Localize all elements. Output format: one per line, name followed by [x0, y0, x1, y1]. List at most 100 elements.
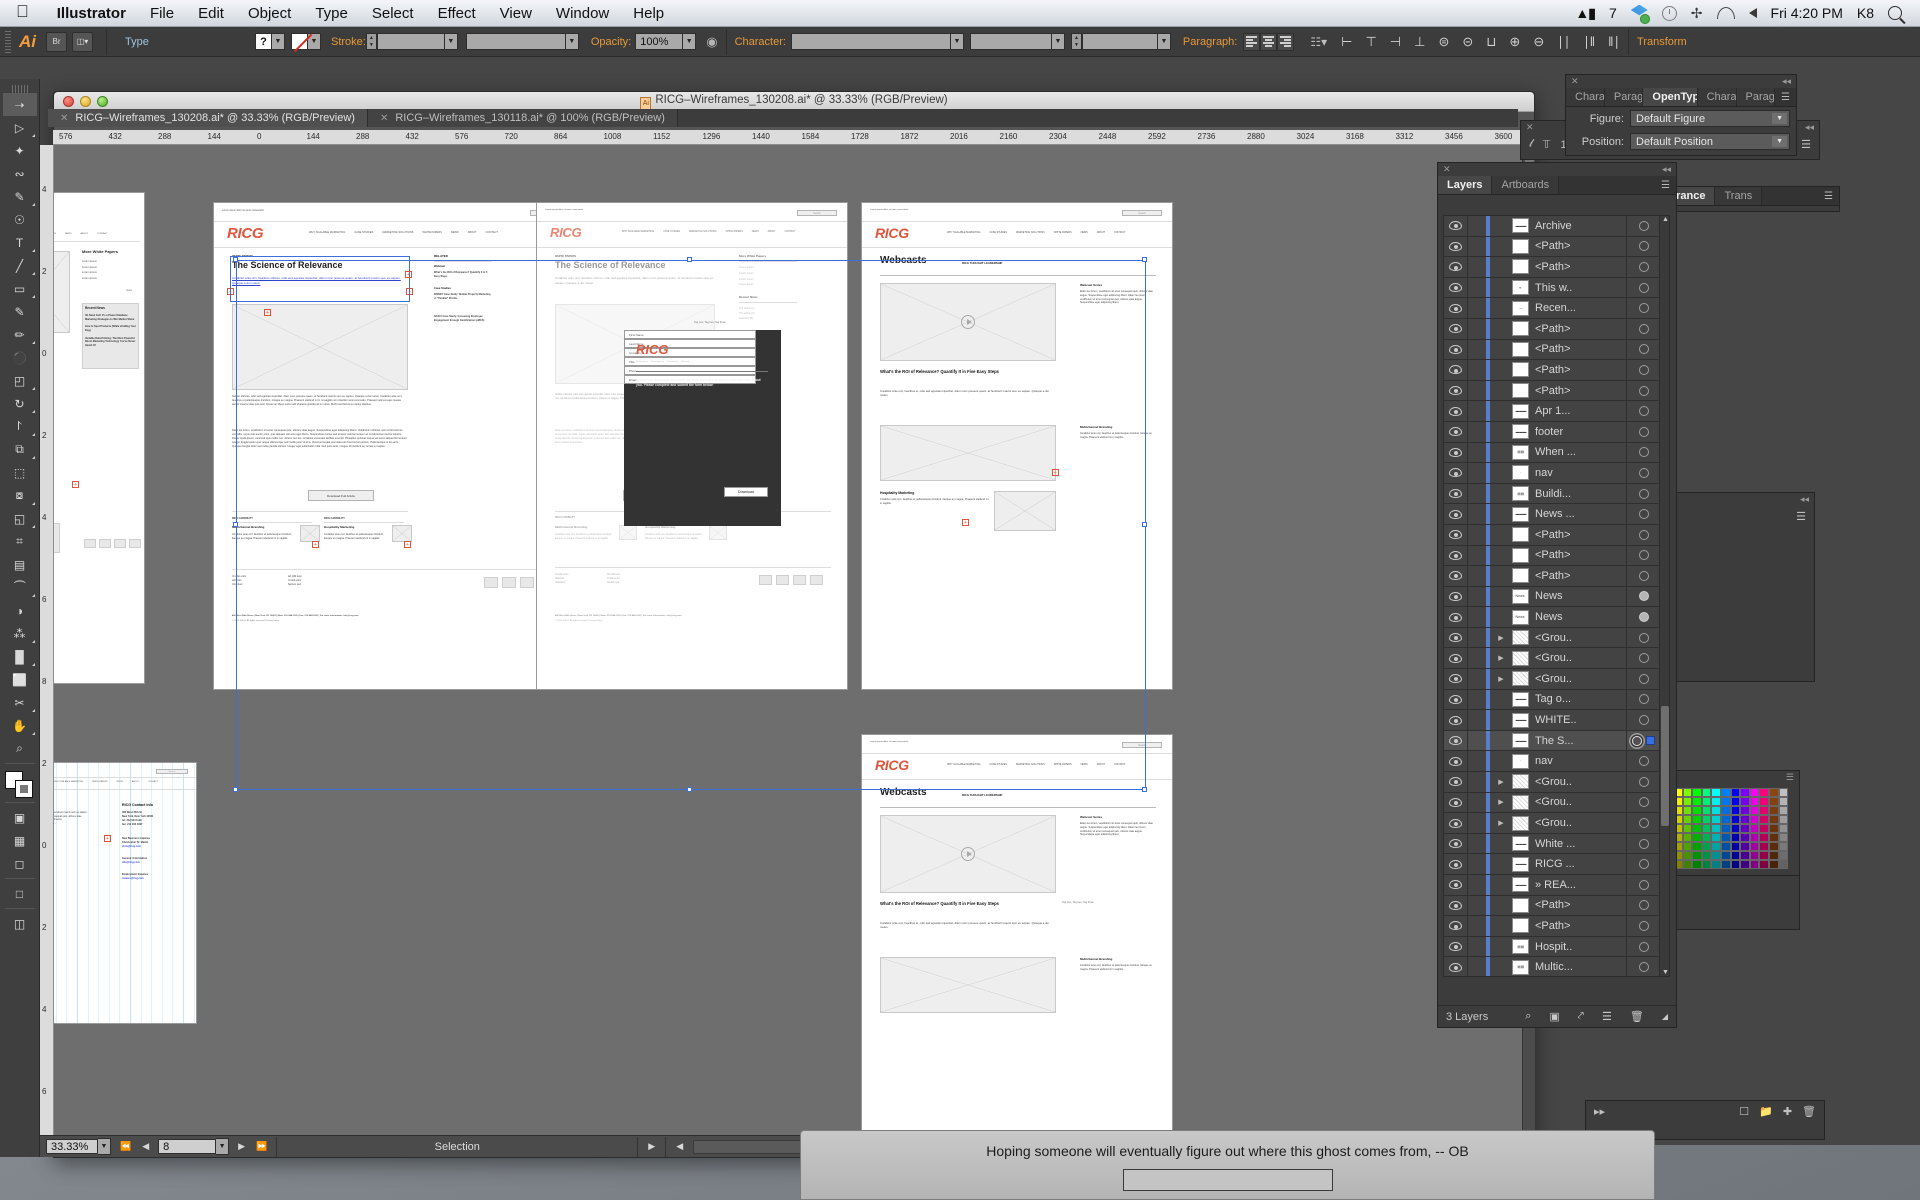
color-mode-button[interactable]: ▣ — [3, 806, 37, 829]
nav-item[interactable]: ABOUT — [132, 781, 139, 783]
spotlight-icon[interactable] — [1888, 6, 1902, 20]
webcast-item-title[interactable]: What's the ROI of Relevance? Quantify It… — [880, 901, 1030, 907]
new-layer-icon[interactable]: ☰ — [1602, 1010, 1612, 1023]
layer-target-icon[interactable] — [1626, 730, 1660, 751]
color-swatch[interactable] — [1692, 797, 1702, 806]
nav-item[interactable]: MARKETING SOLUTIONS — [1016, 231, 1045, 234]
color-swatch[interactable] — [1749, 851, 1760, 860]
fill-stroke-color-control[interactable] — [4, 771, 35, 799]
layer-target-icon[interactable] — [1626, 689, 1660, 710]
color-swatch[interactable] — [1720, 788, 1731, 797]
color-swatch[interactable] — [1701, 851, 1712, 860]
layer-name[interactable]: News ... — [1535, 508, 1626, 520]
artboard-number-dropdown[interactable]: ▼ — [216, 1138, 230, 1155]
layer-target-icon[interactable] — [1626, 339, 1660, 360]
prev-artboard-button[interactable]: ◀ — [142, 1141, 149, 1152]
layer-name[interactable]: This w.. — [1535, 282, 1626, 294]
layer-row[interactable]: ▤▤ Hospit.. — [1444, 936, 1660, 958]
layer-row[interactable]: ▬▬▬ The S... — [1444, 730, 1660, 752]
menu-type[interactable]: Type — [303, 5, 360, 22]
disclosure-triangle-icon[interactable]: ▶ — [1490, 675, 1512, 683]
volume-icon[interactable] — [1748, 8, 1757, 18]
distribute-right-icon[interactable]: ‖∣ — [1608, 34, 1620, 50]
wifi-icon[interactable] — [1716, 7, 1735, 19]
webcast-thumb[interactable] — [880, 957, 1056, 1013]
color-swatch[interactable] — [1730, 788, 1741, 797]
color-swatch[interactable] — [1692, 806, 1702, 815]
lock-toggle[interactable] — [1467, 875, 1486, 895]
lock-toggle[interactable] — [1467, 298, 1486, 318]
align-top-icon[interactable]: ⊥ — [1414, 34, 1425, 50]
layer-row[interactable]: ▤▤ When ... — [1444, 442, 1660, 464]
layer-name[interactable]: WHITE.. — [1535, 714, 1626, 726]
layer-target-icon[interactable] — [1626, 360, 1660, 380]
color-swatch[interactable] — [1730, 824, 1741, 833]
font-size-dropdown[interactable]: ▼ — [1157, 33, 1171, 50]
nav-item[interactable]: WHITE PAPERS — [1054, 231, 1072, 234]
font-style-field[interactable] — [969, 33, 1052, 50]
color-swatch[interactable] — [1720, 860, 1731, 869]
nav-item[interactable]: CASE STUDIES — [354, 231, 373, 234]
last-artboard-button[interactable]: ⏩ — [256, 1141, 267, 1152]
new-swatch-icon[interactable]: ☐ — [1739, 1105, 1749, 1118]
distribute-vcenter-icon[interactable]: ⊕ — [1509, 34, 1520, 50]
layer-target-icon[interactable] — [1626, 257, 1660, 277]
color-swatch[interactable] — [1692, 851, 1702, 860]
shape-builder-tool[interactable]: ⧇ — [3, 484, 37, 507]
color-swatch[interactable] — [1730, 806, 1741, 815]
tab-artboards[interactable]: Artboards — [1492, 176, 1560, 194]
layer-name[interactable]: When ... — [1535, 446, 1626, 458]
visibility-toggle-icon[interactable] — [1444, 489, 1467, 499]
new-sublayer-icon[interactable]: ⤤ — [1578, 1010, 1584, 1023]
artboard-left-partial[interactable]: WHY SCALABLE MARKETINGWHITE PAPERSNEWSAB… — [54, 193, 144, 683]
layer-row[interactable]: <Path> — [1444, 895, 1660, 917]
color-swatch[interactable] — [1740, 824, 1750, 833]
color-swatch[interactable] — [1692, 833, 1702, 842]
stroke-weight-dropdown[interactable]: ▼ — [444, 33, 458, 50]
layer-row[interactable]: ▶ <Grou.. — [1444, 648, 1660, 670]
layer-target-icon[interactable] — [1626, 277, 1660, 298]
color-swatch[interactable] — [1768, 833, 1779, 842]
layer-row[interactable]: ≡ This w.. — [1444, 277, 1660, 299]
delete-layer-icon[interactable]: 🗑 — [1630, 1010, 1644, 1023]
color-swatch[interactable] — [1759, 806, 1769, 815]
fill-dropdown[interactable]: ▼ — [272, 33, 285, 50]
visibility-toggle-icon[interactable] — [1444, 427, 1467, 437]
pen-tool[interactable]: ✎ — [3, 185, 37, 208]
visibility-toggle-icon[interactable] — [1444, 530, 1467, 540]
stroke-swatch[interactable] — [291, 33, 308, 50]
gradient-mode-button[interactable]: ▦ — [3, 829, 37, 852]
lock-toggle[interactable] — [1467, 854, 1486, 874]
visibility-toggle-icon[interactable] — [1444, 674, 1467, 684]
document-tab-2[interactable]: ✕ RICG–Wireframes_130118.ai* @ 100% (RGB… — [367, 109, 678, 127]
color-swatch[interactable] — [1701, 860, 1712, 869]
stroke-profile-dropdown[interactable]: ▼ — [565, 33, 579, 50]
color-swatch[interactable] — [1768, 842, 1779, 851]
blob-brush-tool[interactable]: ⚫ — [3, 346, 37, 369]
glyph-ligature-icon[interactable]: 𝓁 — [1529, 138, 1533, 151]
layer-name[interactable]: <Grou.. — [1535, 673, 1626, 685]
search-field[interactable]: Search — [797, 210, 837, 216]
layer-target-icon[interactable] — [1626, 833, 1660, 854]
lock-toggle[interactable] — [1467, 483, 1486, 504]
menu-help[interactable]: Help — [621, 5, 676, 22]
color-swatch[interactable] — [1740, 797, 1750, 806]
visibility-toggle-icon[interactable] — [1444, 797, 1467, 807]
lock-toggle[interactable] — [1467, 504, 1486, 524]
brand-logo[interactable]: RICG — [550, 225, 582, 240]
visibility-toggle-icon[interactable] — [1444, 962, 1467, 972]
stroke-weight-stepper[interactable]: ▲ ▼ — [365, 33, 377, 50]
align-left-icon[interactable]: ⊢ — [1341, 34, 1352, 50]
panel-menu-icon[interactable]: ☰ — [1818, 187, 1839, 205]
width-tool[interactable]: ⧉ — [3, 438, 37, 461]
color-swatch[interactable] — [1692, 788, 1702, 797]
lock-toggle[interactable] — [1467, 792, 1486, 813]
close-icon[interactable]: ✕ — [1443, 164, 1451, 175]
stroke-color-swatch[interactable] — [14, 780, 33, 798]
visibility-toggle-icon[interactable] — [1444, 694, 1467, 704]
lock-toggle[interactable] — [1467, 216, 1486, 236]
fill-swatch[interactable]: ? — [255, 33, 272, 50]
lock-toggle[interactable] — [1467, 689, 1486, 710]
nav-item[interactable]: CONTACT — [148, 781, 158, 783]
opacity-field[interactable]: 100% — [635, 33, 684, 50]
